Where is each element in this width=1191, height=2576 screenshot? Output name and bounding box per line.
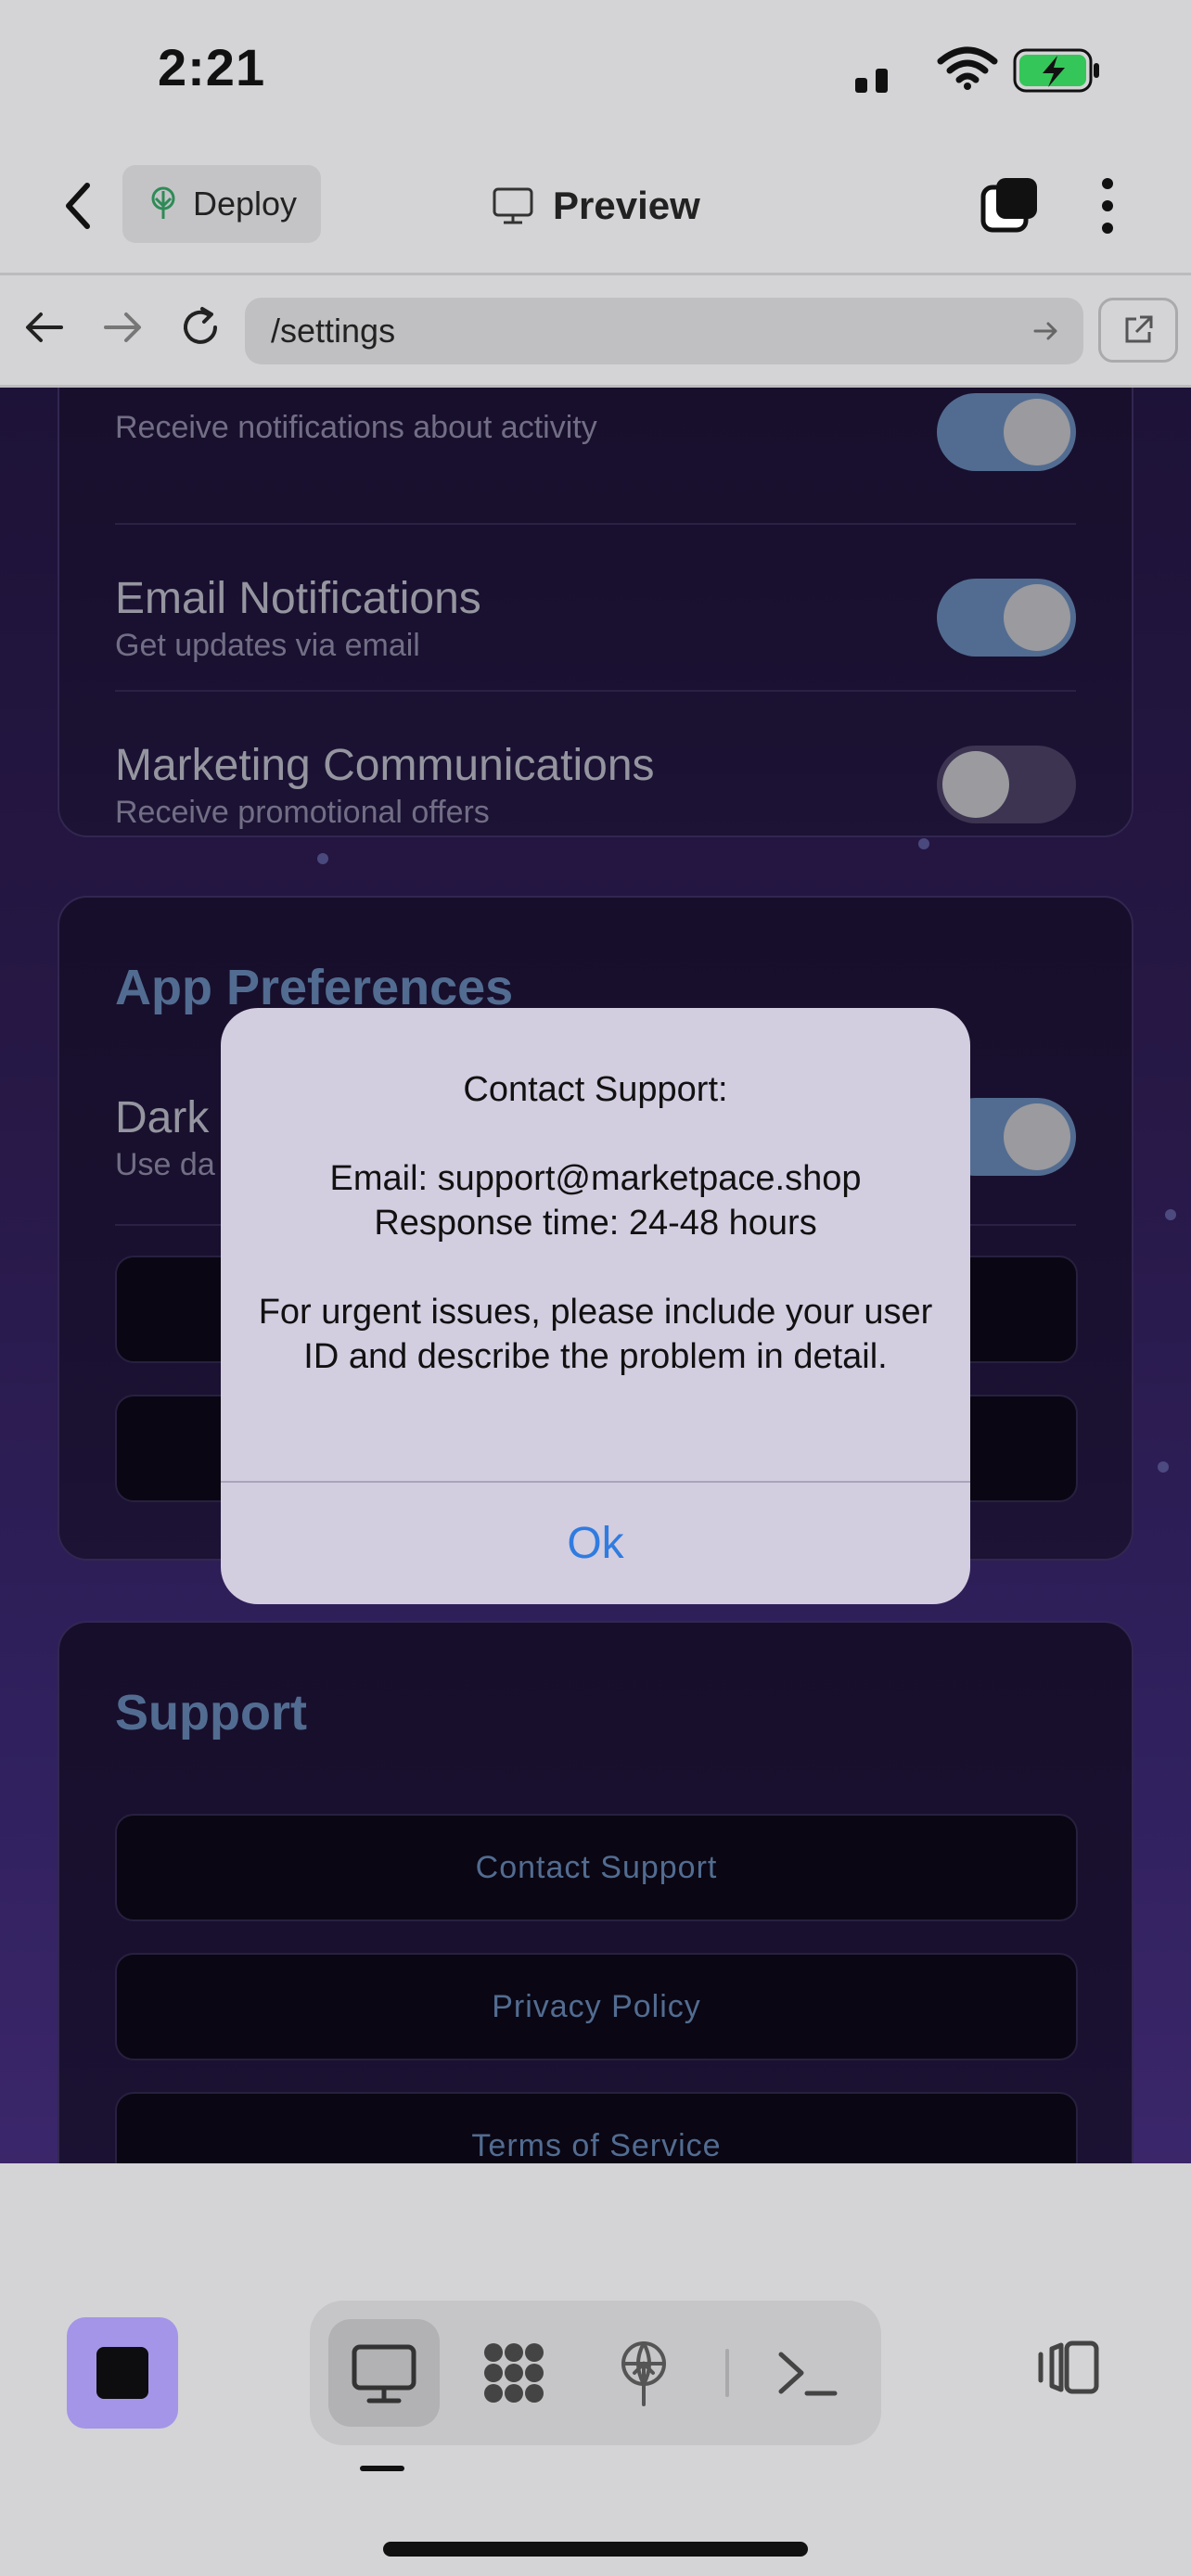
url-text[interactable]: /settings — [271, 298, 395, 364]
wifi-icon — [937, 46, 998, 90]
terminal-icon[interactable] — [770, 2336, 844, 2410]
alert-email: Email: support@marketpace.shop — [329, 1159, 862, 1198]
deploy-icon — [151, 186, 175, 219]
url-field[interactable]: /settings — [245, 298, 1083, 364]
open-external-icon — [1125, 315, 1153, 343]
status-time: 2:21 — [158, 38, 266, 96]
deploy-globe-icon[interactable] — [607, 2336, 681, 2410]
tool-divider — [725, 2349, 729, 2397]
alert-urgent-note: For urgent issues, please include your u… — [258, 1293, 933, 1376]
active-tab-indicator — [360, 2466, 404, 2471]
contact-support-alert: Contact Support: Email: support@marketpa… — [221, 1008, 970, 1604]
preview-monitor-icon[interactable] — [347, 2336, 421, 2410]
arrow-left-icon[interactable] — [19, 301, 70, 353]
arrow-right-icon[interactable] — [96, 301, 148, 353]
alert-response-time: Response time: 24-48 hours — [374, 1204, 817, 1243]
url-go-arrow-icon[interactable] — [1030, 314, 1063, 348]
alert-heading: Contact Support: — [463, 1070, 728, 1109]
browser-bar: /settings — [0, 275, 1191, 388]
deploy-button[interactable]: Deploy — [122, 165, 321, 243]
status-bar: 2:21 — [0, 0, 1191, 478]
alert-message: Contact Support: Email: support@marketpa… — [258, 1067, 933, 1379]
preview-title: Preview — [492, 176, 700, 236]
app-header: Deploy Preview — [0, 139, 1191, 275]
deploy-label: Deploy — [192, 185, 298, 223]
bottom-toolbar — [0, 2256, 1191, 2576]
tool-switcher — [310, 2301, 881, 2445]
tabs-icon[interactable] — [980, 174, 1041, 236]
cellular-signal-icon — [855, 48, 929, 478]
stop-button[interactable] — [67, 2317, 178, 2429]
network-icon[interactable] — [477, 2336, 551, 2410]
stop-icon — [96, 2347, 148, 2399]
reload-icon[interactable] — [174, 301, 226, 353]
monitor-icon — [493, 187, 533, 224]
alert-ok-button[interactable]: Ok — [221, 1483, 970, 1604]
back-chevron-icon[interactable] — [56, 176, 100, 236]
open-external-button[interactable] — [1098, 298, 1178, 363]
panel-toggle-icon[interactable] — [1035, 2334, 1102, 2401]
more-vertical-icon[interactable] — [1091, 172, 1124, 239]
home-indicator[interactable] — [383, 2542, 808, 2557]
preview-title-text: Preview — [553, 184, 700, 227]
battery-charging-icon — [1013, 48, 1099, 93]
